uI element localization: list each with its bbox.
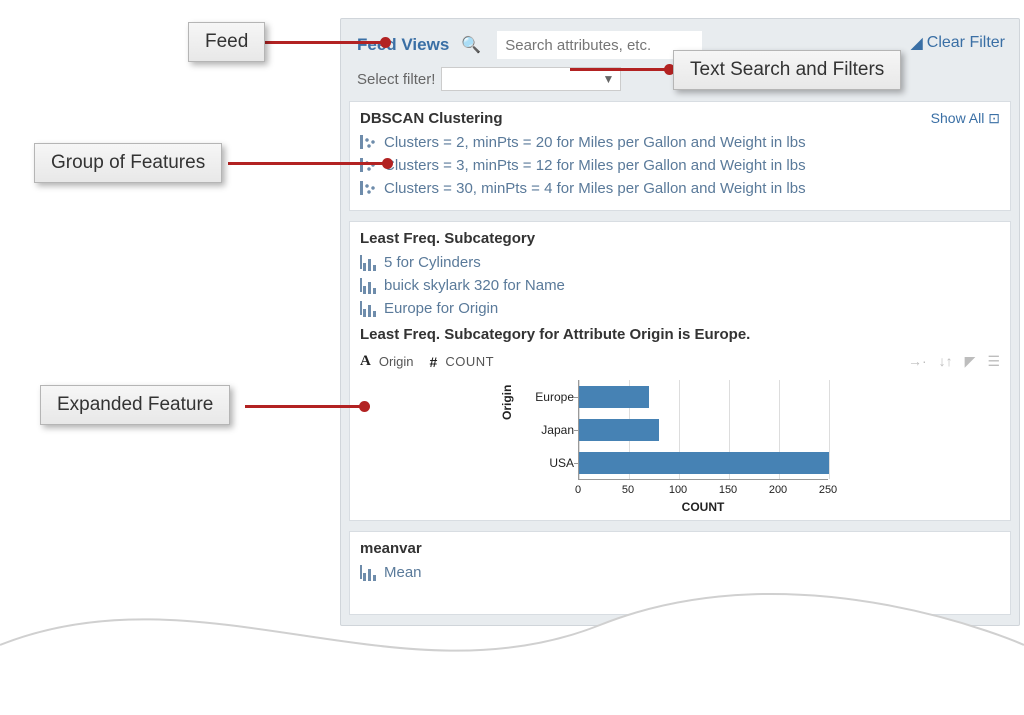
transpose-icon[interactable]: →· [908, 353, 927, 370]
clear-filter-label: Clear Filter [927, 34, 1005, 52]
category-label: Europe [514, 390, 574, 404]
feature-label: Europe for Origin [384, 300, 498, 317]
bar [579, 452, 829, 474]
feature-item[interactable]: Clusters = 2, minPts = 20 for Miles per … [360, 131, 1000, 154]
field-b-label: COUNT [445, 354, 494, 369]
x-axis-label: COUNT [578, 500, 828, 514]
plot-area [578, 380, 828, 480]
feature-item[interactable]: buick skylark 320 for Name [360, 274, 1000, 297]
search-input[interactable] [497, 31, 702, 59]
clear-filter-button[interactable]: ◢ Clear Filter [910, 33, 1005, 53]
feature-description: Least Freq. Subcategory for Attribute Or… [360, 326, 1000, 343]
scatter-icon [360, 135, 380, 151]
field-a-label: Origin [379, 354, 414, 369]
bookmark-icon[interactable]: ◤ [965, 353, 976, 370]
callout-group: Group of Features [34, 143, 222, 183]
bar-chart: Origin COUNT 050100150200250EuropeJapanU… [530, 380, 830, 510]
tick-label: 250 [819, 484, 837, 496]
callout-feed: Feed [188, 22, 265, 62]
leader-line [245, 405, 365, 408]
bar-icon [360, 565, 380, 581]
feature-label: Clusters = 3, minPts = 12 for Miles per … [384, 157, 806, 174]
y-axis-label: Origin [500, 385, 514, 420]
leader-line [256, 41, 386, 44]
feature-label: Clusters = 2, minPts = 20 for Miles per … [384, 134, 806, 151]
text-type-icon: A [360, 353, 371, 370]
number-type-icon: # [430, 354, 438, 370]
category-label: USA [514, 456, 574, 470]
feature-item[interactable]: Mean [360, 561, 1000, 584]
feature-label: 5 for Cylinders [384, 254, 481, 271]
tick-label: 150 [719, 484, 737, 496]
feed-views-title: Feed Views [357, 35, 449, 55]
feature-group-card: DBSCAN Clustering Show All ⊡ Clusters = … [349, 101, 1011, 211]
leader-line [570, 68, 670, 71]
feature-item[interactable]: Europe for Origin [360, 297, 1000, 320]
sort-icon[interactable]: ↓↑ [939, 353, 953, 370]
bar [579, 419, 659, 441]
chevron-down-icon: ▼ [602, 72, 614, 86]
bar-icon [360, 301, 380, 317]
feature-item[interactable]: Clusters = 30, minPts = 4 for Miles per … [360, 177, 1000, 200]
bar-icon [360, 255, 380, 271]
search-icon[interactable]: 🔍 [461, 35, 481, 55]
expand-icon: ⊡ [988, 110, 1000, 126]
show-all-button[interactable]: Show All ⊡ [931, 110, 1000, 127]
card-title: meanvar [360, 540, 1000, 557]
chart-toolbar: →· ↓↑ ◤ ☰ [908, 353, 1000, 370]
chart-fields-header: A Origin # COUNT →· ↓↑ ◤ ☰ [360, 353, 1000, 370]
tick-label: 0 [575, 484, 581, 496]
feature-label: buick skylark 320 for Name [384, 277, 565, 294]
tick-label: 100 [669, 484, 687, 496]
callout-expanded: Expanded Feature [40, 385, 230, 425]
callout-search: Text Search and Filters [673, 50, 901, 90]
card-title: Least Freq. Subcategory [360, 230, 1000, 247]
category-label: Japan [514, 423, 574, 437]
scatter-icon [360, 181, 380, 197]
tick-label: 200 [769, 484, 787, 496]
feature-item[interactable]: Clusters = 3, minPts = 12 for Miles per … [360, 154, 1000, 177]
list-icon[interactable]: ☰ [987, 353, 1000, 370]
expanded-feature-card: Least Freq. Subcategory 5 for Cylinders … [349, 221, 1011, 521]
scatter-icon [360, 158, 380, 174]
gridline [829, 380, 830, 479]
feature-label: Clusters = 30, minPts = 4 for Miles per … [384, 180, 806, 197]
tick-label: 50 [622, 484, 634, 496]
eraser-icon: ◢ [910, 33, 922, 53]
feed-panel: Feed Views 🔍 ◢ Clear Filter Select filte… [340, 18, 1020, 626]
feature-label: Mean [384, 564, 422, 581]
bar [579, 386, 649, 408]
card-title: DBSCAN Clustering [360, 110, 1000, 127]
leader-line [228, 162, 388, 165]
feature-item[interactable]: 5 for Cylinders [360, 251, 1000, 274]
feature-group-card: meanvar Mean [349, 531, 1011, 615]
bar-icon [360, 278, 380, 294]
select-filter-label: Select filter! [357, 71, 435, 88]
